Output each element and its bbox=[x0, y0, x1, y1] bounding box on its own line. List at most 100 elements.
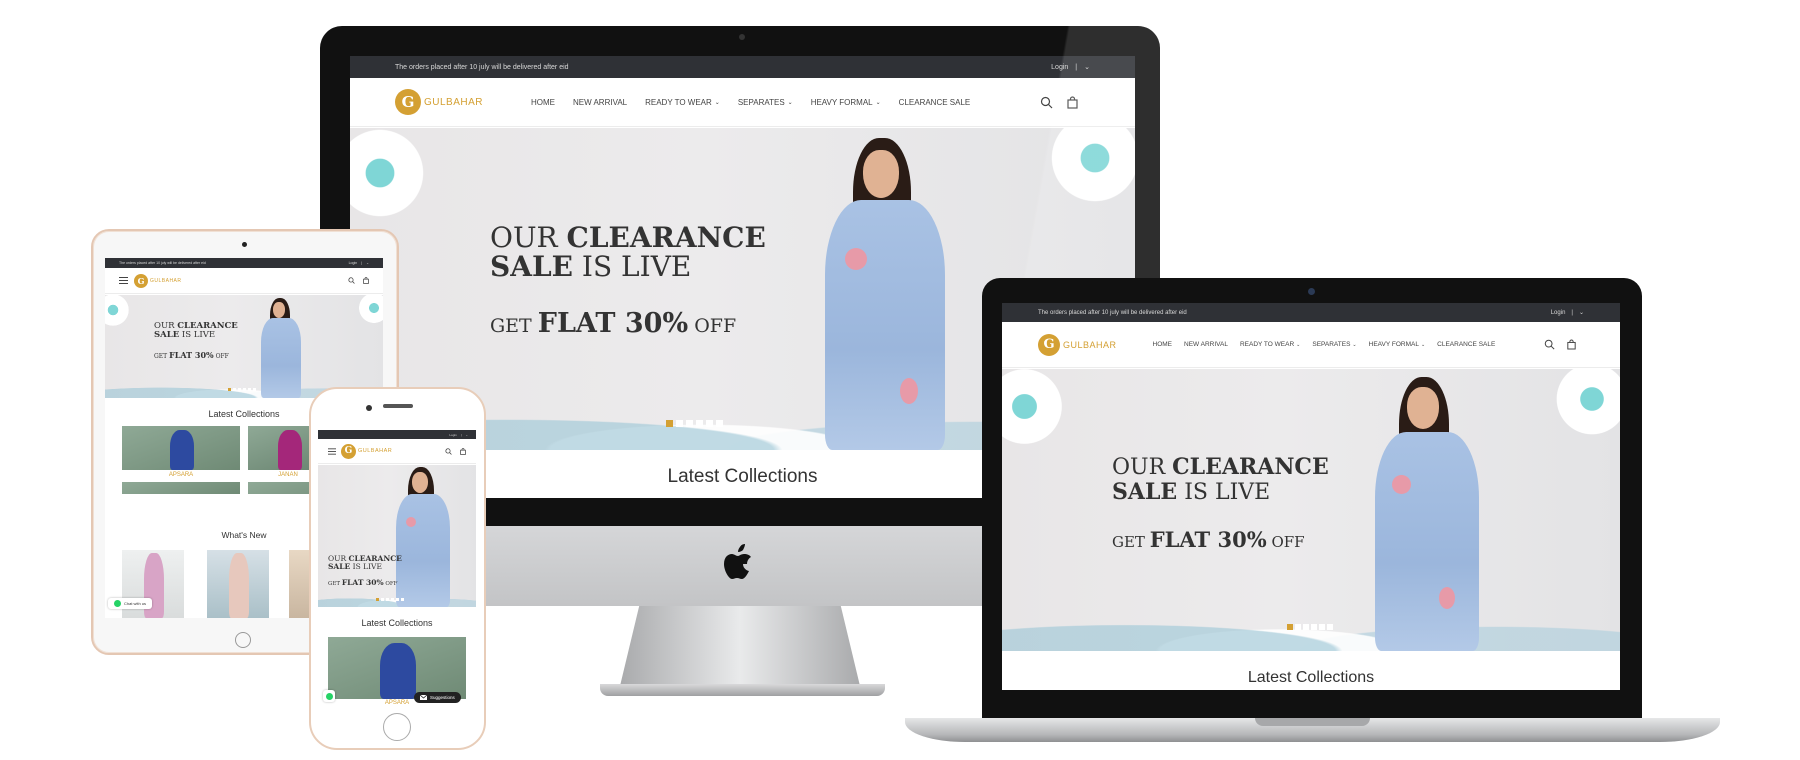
iphone-camera bbox=[366, 405, 372, 411]
carousel-dot[interactable] bbox=[243, 388, 246, 391]
carousel-dot-active[interactable] bbox=[1287, 624, 1293, 630]
carousel-dot[interactable] bbox=[238, 388, 241, 391]
hero-model-image bbox=[255, 298, 307, 398]
carousel-dot[interactable] bbox=[706, 420, 713, 427]
hero-text-sale: SALE bbox=[490, 250, 573, 283]
hero-model-image bbox=[805, 138, 965, 450]
nav-ready-to-wear[interactable]: READY TO WEAR bbox=[1240, 341, 1294, 348]
brand-logo[interactable]: G GULBAHAR bbox=[1038, 333, 1117, 356]
login-link[interactable]: Login bbox=[1551, 310, 1566, 316]
carousel-dot[interactable] bbox=[401, 598, 404, 601]
whatsapp-icon bbox=[325, 692, 333, 700]
brand-logo[interactable]: G GULBAHAR bbox=[341, 443, 393, 459]
nav-menu: HOME NEW ARRIVAL READY TO WEAR ⌄ SEPARATE… bbox=[531, 98, 970, 107]
logo-text: GULBAHAR bbox=[1063, 339, 1117, 350]
hero-text-is-live: IS LIVE bbox=[352, 562, 382, 571]
nav-separates[interactable]: SEPARATES bbox=[738, 98, 785, 107]
suggestions-button[interactable]: Suggestions bbox=[414, 692, 461, 703]
carousel-dot[interactable] bbox=[248, 388, 251, 391]
hero-banner[interactable]: OUR CLEARANCE SALE IS LIVE GET FLAT 30% … bbox=[1002, 369, 1620, 651]
carousel-dot[interactable] bbox=[253, 388, 256, 391]
search-icon[interactable] bbox=[348, 277, 355, 284]
menu-icon[interactable] bbox=[119, 277, 128, 284]
carousel-dot[interactable] bbox=[381, 598, 384, 601]
carousel-dot-active[interactable] bbox=[376, 598, 379, 601]
carousel-dot[interactable] bbox=[396, 598, 399, 601]
imac-base bbox=[600, 684, 885, 696]
nav-clearance-sale[interactable]: CLEARANCE SALE bbox=[899, 98, 971, 107]
hero-heading: OUR CLEARANCE SALE IS LIVE bbox=[154, 322, 238, 340]
hero-text-get: GET bbox=[154, 353, 168, 360]
hero-banner[interactable]: OUR CLEARANCE SALE IS LIVE GET FLAT 30% … bbox=[318, 465, 476, 607]
main-navbar: G GULBAHAR HOME NEW ARRIVAL READY TO WEA… bbox=[1002, 322, 1620, 368]
collection-card-apsara[interactable]: APSARA bbox=[122, 426, 240, 501]
carousel-dot-active[interactable] bbox=[666, 420, 673, 427]
logo-mark: G bbox=[1038, 333, 1060, 356]
cart-icon[interactable] bbox=[363, 277, 369, 284]
chat-with-us-button[interactable]: Chat with us bbox=[108, 598, 153, 609]
latest-collections-title: Latest Collections bbox=[1247, 669, 1375, 686]
carousel-dot[interactable] bbox=[1303, 624, 1309, 630]
brand-logo[interactable]: G GULBAHAR bbox=[395, 89, 483, 115]
collection-image bbox=[328, 637, 466, 699]
carousel-dot[interactable] bbox=[676, 420, 683, 427]
separator: | bbox=[361, 261, 363, 265]
laptop-website: The orders placed after 10 july will be … bbox=[1002, 303, 1620, 690]
laptop-camera bbox=[1308, 288, 1315, 295]
search-icon[interactable] bbox=[1544, 339, 1555, 350]
chevron-down-icon[interactable]: ⌄ bbox=[1579, 309, 1584, 316]
nav-separates[interactable]: SEPARATES bbox=[1312, 341, 1350, 348]
collection-image bbox=[122, 482, 240, 494]
latest-collections-title: Latest Collections bbox=[361, 618, 433, 628]
logo-text: GULBAHAR bbox=[358, 448, 393, 454]
carousel-dot[interactable] bbox=[386, 598, 389, 601]
hero-banner[interactable]: OUR CLEARANCE SALE IS LIVE GET FLAT 30% … bbox=[105, 295, 383, 398]
nav-heavy-formal[interactable]: HEAVY FORMAL bbox=[811, 98, 873, 107]
nav-home[interactable]: HOME bbox=[1153, 341, 1173, 348]
carousel-dot[interactable] bbox=[1311, 624, 1317, 630]
carousel-dot[interactable] bbox=[696, 420, 703, 427]
menu-icon[interactable] bbox=[328, 447, 336, 455]
search-icon[interactable] bbox=[445, 447, 452, 455]
hero-heading: OUR CLEARANCE SALE IS LIVE bbox=[490, 223, 766, 281]
carousel-dot[interactable] bbox=[1319, 624, 1325, 630]
brand-logo[interactable]: G GULBAHAR bbox=[134, 273, 182, 288]
ipad-home-button bbox=[235, 632, 251, 648]
login-link[interactable]: Login bbox=[449, 433, 456, 437]
login-link[interactable]: Login bbox=[349, 261, 358, 265]
carousel-dot-active[interactable] bbox=[228, 388, 231, 391]
carousel-dot[interactable] bbox=[686, 420, 693, 427]
hero-text-clearance: CLEARANCE bbox=[1172, 454, 1329, 480]
chevron-down-icon[interactable]: ⌄ bbox=[366, 261, 369, 265]
carousel-dot[interactable] bbox=[1327, 624, 1333, 630]
carousel-dot[interactable] bbox=[716, 420, 723, 427]
announcement-bar: The orders placed after 10 july will be … bbox=[1002, 303, 1620, 322]
nav-new-arrival[interactable]: NEW ARRIVAL bbox=[573, 98, 627, 107]
nav-heavy-formal[interactable]: HEAVY FORMAL bbox=[1369, 341, 1419, 348]
cart-icon[interactable] bbox=[1567, 339, 1576, 350]
nav-clearance-sale[interactable]: CLEARANCE SALE bbox=[1437, 341, 1495, 348]
carousel-dot[interactable] bbox=[233, 388, 236, 391]
whatsapp-button[interactable] bbox=[323, 690, 335, 702]
decor-flower bbox=[105, 295, 133, 330]
nav-home[interactable]: HOME bbox=[531, 98, 555, 107]
iphone-home-button bbox=[383, 713, 411, 741]
separator: | bbox=[1571, 309, 1573, 316]
nav-new-arrival[interactable]: NEW ARRIVAL bbox=[1184, 341, 1228, 348]
nav-ready-to-wear[interactable]: READY TO WEAR bbox=[645, 98, 712, 107]
logo-text: GULBAHAR bbox=[150, 277, 182, 284]
hero-heading: OUR CLEARANCE SALE IS LIVE bbox=[328, 555, 402, 571]
nav-menu: HOME NEW ARRIVAL READY TO WEAR ⌄ SEPARATE… bbox=[1153, 341, 1496, 348]
carousel-dots bbox=[228, 388, 256, 391]
collection-name: APSARA bbox=[168, 472, 194, 478]
carousel-dot[interactable] bbox=[1295, 624, 1301, 630]
chevron-down-icon[interactable]: ⌄ bbox=[465, 433, 468, 437]
decor-flower bbox=[1002, 369, 1072, 454]
cart-icon[interactable] bbox=[460, 447, 466, 455]
hero-text-sale: SALE bbox=[1112, 479, 1178, 505]
decor-flower bbox=[355, 295, 383, 327]
new-arrival-image[interactable] bbox=[207, 550, 269, 618]
hero-text-off: OFF bbox=[694, 315, 737, 337]
hero-text-off: OFF bbox=[385, 581, 398, 587]
carousel-dot[interactable] bbox=[391, 598, 394, 601]
